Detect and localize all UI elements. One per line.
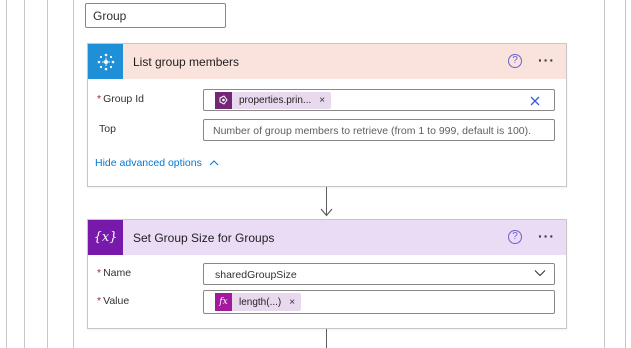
value-label: * Value <box>97 295 130 307</box>
token-text: length(...) <box>239 296 282 308</box>
clear-field-icon[interactable] <box>530 93 540 109</box>
group-id-input[interactable]: properties.prin... × <box>203 89 555 111</box>
name-dropdown[interactable]: sharedGroupSize <box>203 263 555 285</box>
group-id-label: * Group Id <box>97 93 144 105</box>
scope-border-left-inner <box>47 0 48 348</box>
dynamic-content-icon <box>215 92 232 109</box>
value-input[interactable]: fx length(...) × <box>203 290 555 314</box>
azure-ad-icon <box>88 44 123 79</box>
set-variable-action[interactable]: {x} Set Group Size for Groups ? ··· * Nam… <box>87 219 567 329</box>
action-header[interactable]: List group members ? ··· <box>88 44 566 79</box>
help-icon[interactable]: ? <box>508 230 522 244</box>
name-label: * Name <box>97 267 132 279</box>
top-placeholder: Number of group members to retrieve (fro… <box>213 125 532 137</box>
expression-token[interactable]: fx length(...) × <box>215 293 302 311</box>
hide-advanced-options-link[interactable]: Hide advanced options <box>95 157 219 169</box>
name-value: sharedGroupSize <box>215 269 297 281</box>
connector-arrow-icon <box>320 208 333 217</box>
scope-border-right-outer <box>625 0 626 348</box>
fx-icon: fx <box>215 293 232 311</box>
connector-line-bottom <box>326 329 327 348</box>
chevron-up-icon <box>209 160 219 166</box>
remove-token-icon[interactable]: × <box>289 297 295 308</box>
list-group-members-action[interactable]: List group members ? ··· * Group Id prope… <box>87 43 567 187</box>
top-label: Top <box>99 123 116 135</box>
group-scope-label[interactable]: Group <box>85 3 226 28</box>
scope-border-left-outer <box>6 0 7 348</box>
action-title[interactable]: List group members <box>133 55 239 69</box>
action-title[interactable]: Set Group Size for Groups <box>133 231 274 245</box>
more-options-icon[interactable]: ··· <box>538 228 555 244</box>
variable-icon: {x} <box>88 220 123 255</box>
scope-border-left-mid <box>24 0 25 348</box>
top-input[interactable]: Number of group members to retrieve (fro… <box>203 119 555 141</box>
help-icon[interactable]: ? <box>508 54 522 68</box>
advanced-link-text: Hide advanced options <box>95 157 202 169</box>
chevron-down-icon[interactable] <box>534 268 546 280</box>
token-text: properties.prin... <box>239 95 312 106</box>
remove-token-icon[interactable]: × <box>319 95 325 106</box>
dynamic-content-token[interactable]: properties.prin... × <box>215 92 332 109</box>
more-options-icon[interactable]: ··· <box>538 52 555 68</box>
action-header[interactable]: {x} Set Group Size for Groups ? ··· <box>88 220 566 255</box>
variable-icon-text: {x} <box>93 230 118 245</box>
